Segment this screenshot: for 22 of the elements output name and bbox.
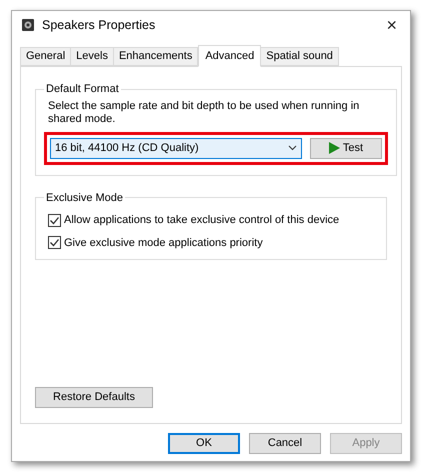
dialog-button[interactable]: Cancel bbox=[249, 433, 321, 454]
checkbox[interactable] bbox=[48, 214, 61, 227]
restore-defaults-button[interactable]: Restore Defaults bbox=[35, 387, 153, 408]
tab[interactable]: Enhancements bbox=[114, 47, 198, 66]
checkbox-label: Allow applications to take exclusive control of this device bbox=[64, 213, 340, 228]
format-dropdown[interactable]: 16 bit, 44100 Hz (CD Quality) bbox=[50, 138, 302, 158]
tab[interactable]: Spatial sound bbox=[261, 47, 339, 66]
group-title: Exclusive Mode bbox=[45, 190, 124, 206]
speaker-icon bbox=[21, 18, 35, 32]
tab[interactable]: General bbox=[20, 47, 72, 66]
window-title: Speakers Properties bbox=[42, 16, 156, 34]
checkbox-label: Give exclusive mode applications priority bbox=[64, 236, 263, 250]
close-button[interactable]: × bbox=[382, 16, 401, 34]
dialog-button[interactable]: OK bbox=[168, 433, 240, 454]
test-button[interactable]: Test bbox=[310, 138, 382, 158]
checkbox[interactable] bbox=[48, 236, 61, 250]
description-text: Select the sample rate and bit depth to be used when running in shared mode. bbox=[48, 100, 360, 126]
chevron-down-icon bbox=[288, 145, 297, 151]
tab[interactable]: Advanced bbox=[198, 45, 262, 67]
tab[interactable]: Levels bbox=[71, 47, 114, 66]
play-icon bbox=[328, 142, 340, 154]
group-title: Default Format bbox=[45, 82, 120, 97]
